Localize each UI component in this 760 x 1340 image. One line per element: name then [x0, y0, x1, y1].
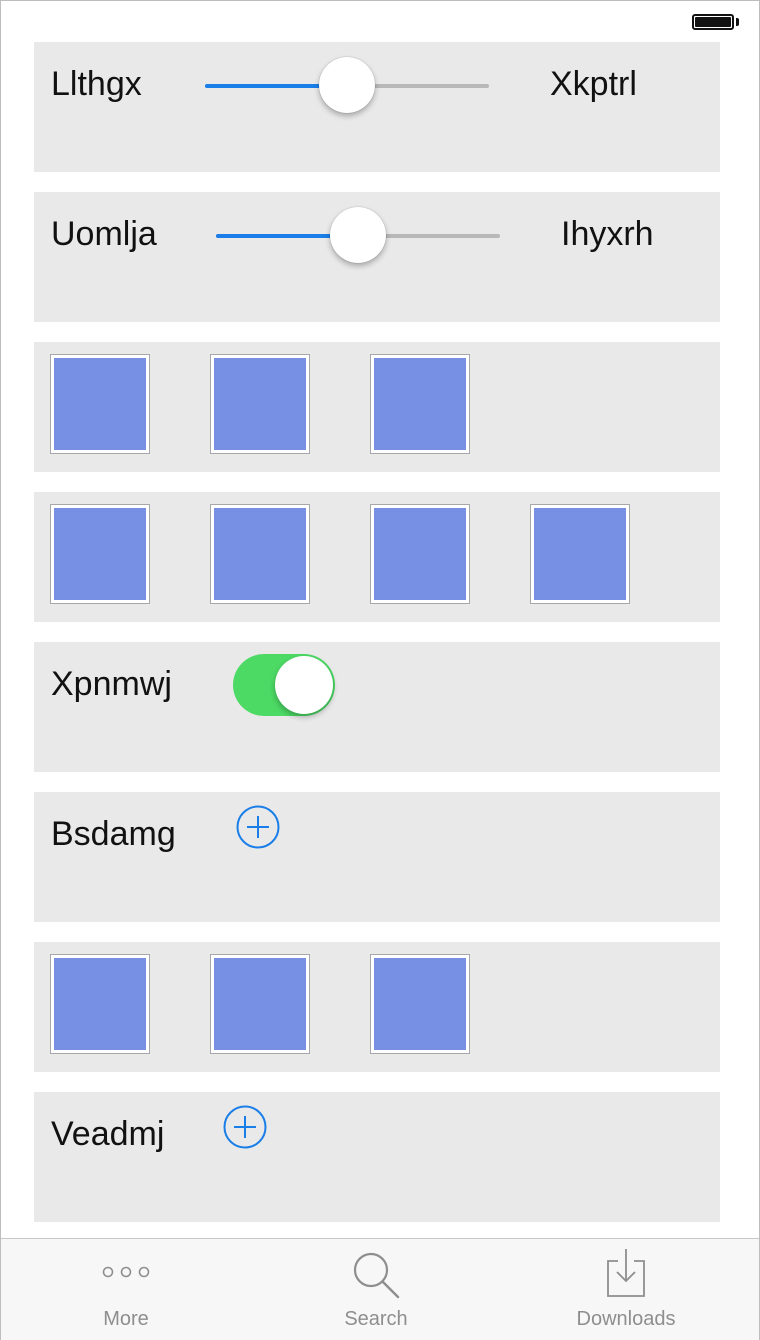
image-row-2	[34, 492, 720, 622]
search-icon	[353, 1252, 400, 1299]
slider-2[interactable]	[216, 207, 500, 263]
slider-row-2: Uomlja Ihyxrh	[34, 192, 720, 322]
tab-search[interactable]: Search	[276, 1239, 476, 1339]
slider-row-1-label: Llthgx	[51, 65, 142, 103]
slider-row-2-right-label: Ihyxrh	[561, 215, 654, 253]
slider-row-2-label: Uomlja	[51, 215, 157, 253]
image-tile[interactable]	[370, 504, 470, 604]
toggle-row-label: Xpnmwj	[51, 665, 172, 703]
image-tile[interactable]	[370, 354, 470, 454]
image-tile[interactable]	[210, 954, 310, 1054]
image-tile[interactable]	[210, 504, 310, 604]
tab-downloads-label: Downloads	[576, 1308, 676, 1330]
image-tile[interactable]	[210, 354, 310, 454]
more-dots-icon	[102, 1266, 150, 1278]
slider-1-thumb[interactable]	[319, 57, 375, 113]
image-tile[interactable]	[50, 354, 150, 454]
tab-search-label: Search	[344, 1308, 408, 1330]
tab-downloads[interactable]: Downloads	[526, 1239, 726, 1339]
image-tile[interactable]	[50, 504, 150, 604]
battery-icon	[692, 14, 734, 30]
plus-circle-icon[interactable]	[223, 1105, 267, 1149]
add-row-2-label: Veadmj	[51, 1115, 165, 1153]
download-tray-icon	[607, 1249, 645, 1297]
slider-2-thumb[interactable]	[330, 207, 386, 263]
tab-more-label: More	[103, 1308, 149, 1330]
add-row-1-label: Bsdamg	[51, 815, 176, 853]
plus-circle-icon[interactable]	[236, 805, 280, 849]
toggle-knob	[275, 656, 333, 714]
image-tile[interactable]	[370, 954, 470, 1054]
image-tile[interactable]	[530, 504, 630, 604]
image-row-1	[34, 342, 720, 472]
slider-row-1-right-label: Xkptrl	[550, 65, 637, 103]
add-row-1: Bsdamg	[34, 792, 720, 922]
slider-row-1: Llthgx Xkptrl	[34, 42, 720, 172]
toggle-switch[interactable]	[233, 654, 335, 716]
tab-more[interactable]: More	[26, 1239, 226, 1339]
slider-1[interactable]	[205, 57, 489, 113]
battery-tip	[736, 18, 739, 26]
add-row-2: Veadmj	[34, 1092, 720, 1222]
toggle-row: Xpnmwj	[34, 642, 720, 772]
image-tile[interactable]	[50, 954, 150, 1054]
image-row-3	[34, 942, 720, 1072]
tab-bar: More Search Downloads	[1, 1238, 759, 1340]
